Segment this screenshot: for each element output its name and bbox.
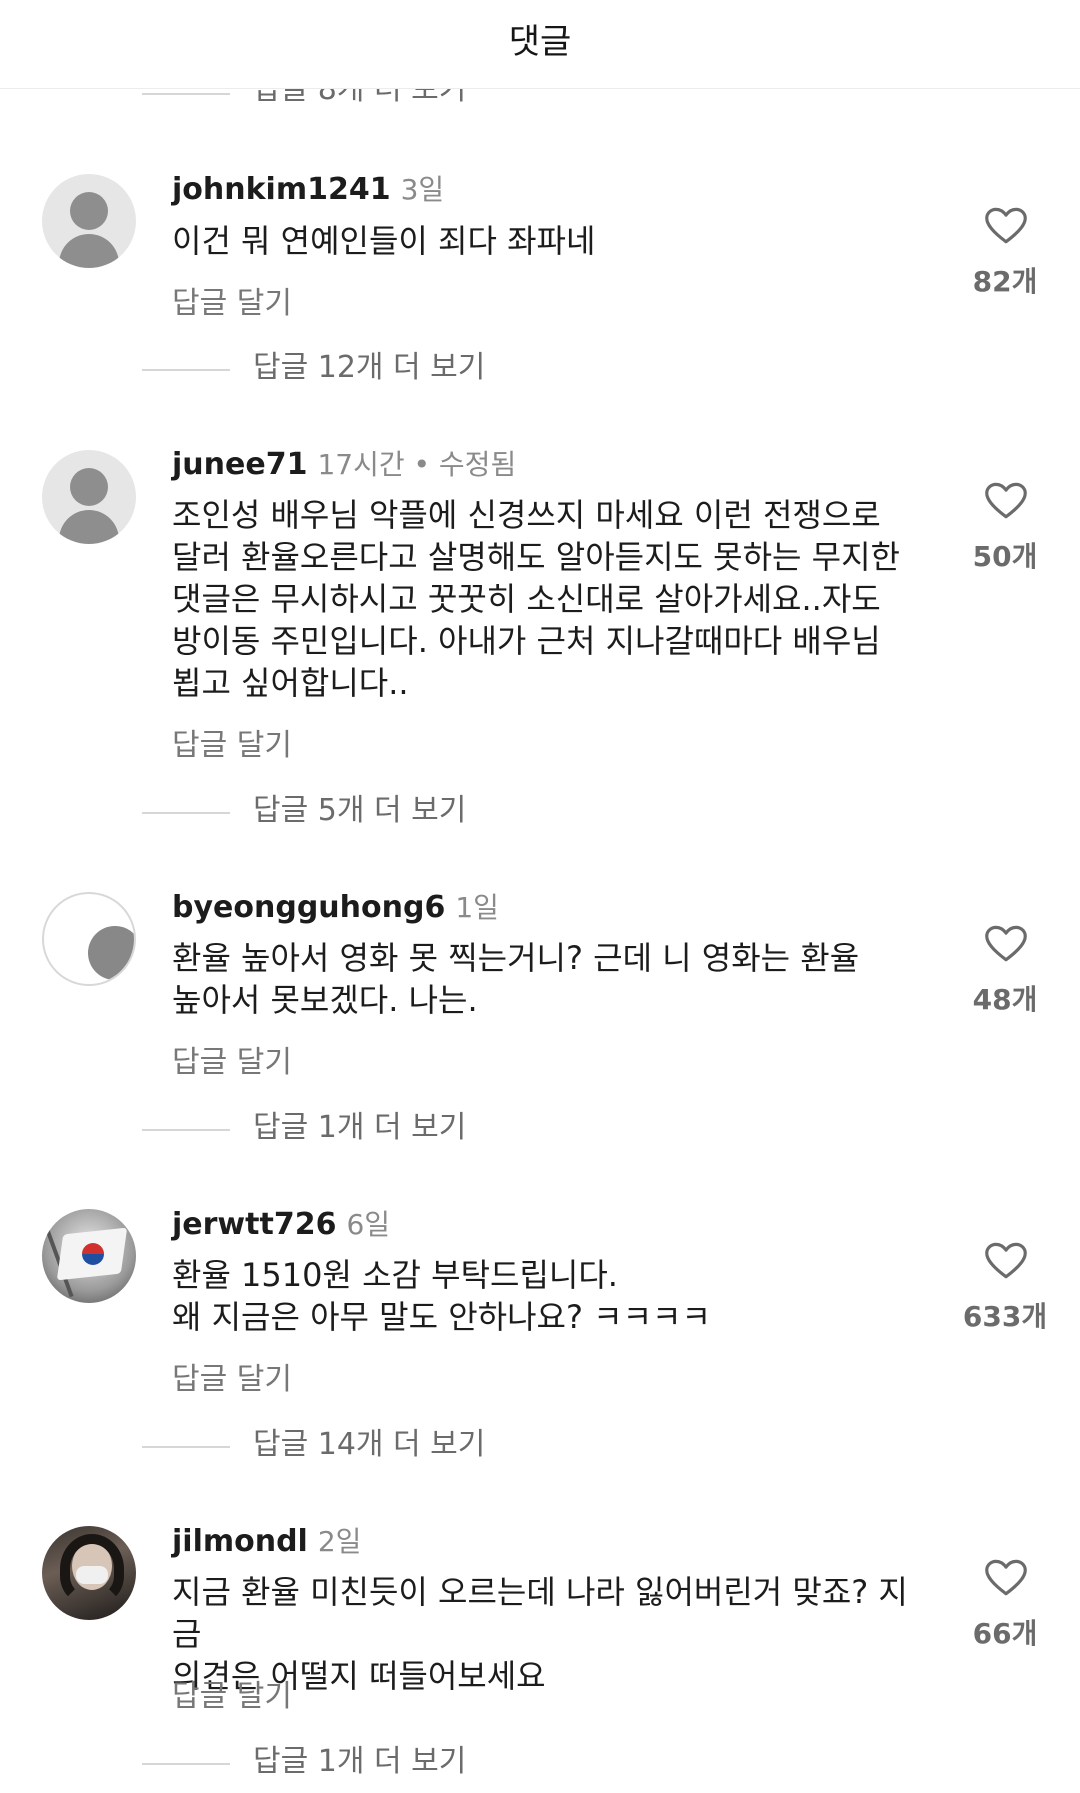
like-count: 633개	[962, 1300, 1048, 1333]
username[interactable]: johnkim1241	[172, 172, 391, 207]
heart-icon[interactable]	[985, 1558, 1027, 1598]
like-count: 48개	[972, 983, 1038, 1016]
reply-button[interactable]: 답글 달기	[172, 1037, 292, 1081]
timestamp: 1일	[455, 891, 499, 924]
comment-text: 환율 1510원 소감 부탁드립니다. 왜 지금은 아무 말도 안하나요? ㅋㅋ…	[172, 1256, 711, 1336]
comment-header: junee71 17시간 • 수정됨	[172, 443, 516, 483]
comment-header: johnkim1241 3일	[172, 168, 444, 208]
heart-icon[interactable]	[985, 924, 1027, 964]
default-avatar-icon[interactable]	[42, 450, 136, 544]
reply-divider	[142, 93, 230, 95]
username[interactable]: jilmondl	[172, 1524, 308, 1559]
view-more-replies[interactable]: 답글 1개 더 보기	[253, 1110, 466, 1146]
reply-divider	[142, 812, 230, 814]
reply-divider	[142, 1129, 230, 1131]
view-more-replies[interactable]: 답글 14개 더 보기	[253, 1427, 485, 1463]
comments-header: 댓글	[0, 0, 1080, 89]
timestamp: 2일	[317, 1525, 362, 1558]
comment-header: jerwtt726 6일	[172, 1203, 390, 1243]
korean-flag-avatar[interactable]	[42, 1209, 136, 1303]
reply-button[interactable]: 답글 달기	[172, 720, 292, 764]
view-more-replies[interactable]: 답글 12개 더 보기	[253, 350, 485, 386]
heart-icon[interactable]	[985, 481, 1027, 521]
reply-button[interactable]: 답글 달기	[172, 278, 292, 322]
username[interactable]: byeongguhong6	[172, 890, 445, 925]
comment-text: 이건 뭐 연예인들이 죄다 좌파네	[172, 222, 596, 260]
moon-avatar[interactable]	[42, 892, 136, 986]
reply-button[interactable]: 답글 달기	[172, 1354, 292, 1398]
view-more-replies[interactable]: 답글 1개 더 보기	[253, 1744, 466, 1780]
timestamp: 17시간 • 수정됨	[317, 448, 517, 481]
reply-divider	[142, 369, 230, 371]
reply-divider	[142, 1446, 230, 1448]
username[interactable]: junee71	[172, 447, 307, 482]
heart-icon[interactable]	[985, 206, 1027, 246]
like-count: 82개	[972, 265, 1038, 298]
timestamp: 3일	[400, 173, 445, 206]
default-avatar-icon[interactable]	[42, 174, 136, 268]
reply-divider	[142, 1763, 230, 1765]
view-more-replies[interactable]: 답글 5개 더 보기	[253, 793, 466, 829]
comment-text: 환율 높아서 영화 못 찍는거니? 근데 니 영화는 환율 높아서 못보겠다. …	[172, 939, 860, 1019]
timestamp: 6일	[346, 1208, 391, 1241]
photo-avatar[interactable]	[42, 1526, 136, 1620]
like-count: 50개	[972, 540, 1038, 573]
comment-text: 조인성 배우님 악플에 신경쓰지 마세요 이런 전쟁으로 달러 환율오른다고 살…	[172, 496, 900, 702]
comment-header: byeongguhong6 1일	[172, 886, 499, 926]
reply-button[interactable]: 답글 달기	[172, 1671, 292, 1715]
heart-icon[interactable]	[985, 1241, 1027, 1281]
comment-header: jilmondl 2일	[172, 1520, 361, 1560]
username[interactable]: jerwtt726	[172, 1207, 336, 1242]
header-title: 댓글	[508, 22, 572, 62]
like-count: 66개	[972, 1617, 1038, 1650]
